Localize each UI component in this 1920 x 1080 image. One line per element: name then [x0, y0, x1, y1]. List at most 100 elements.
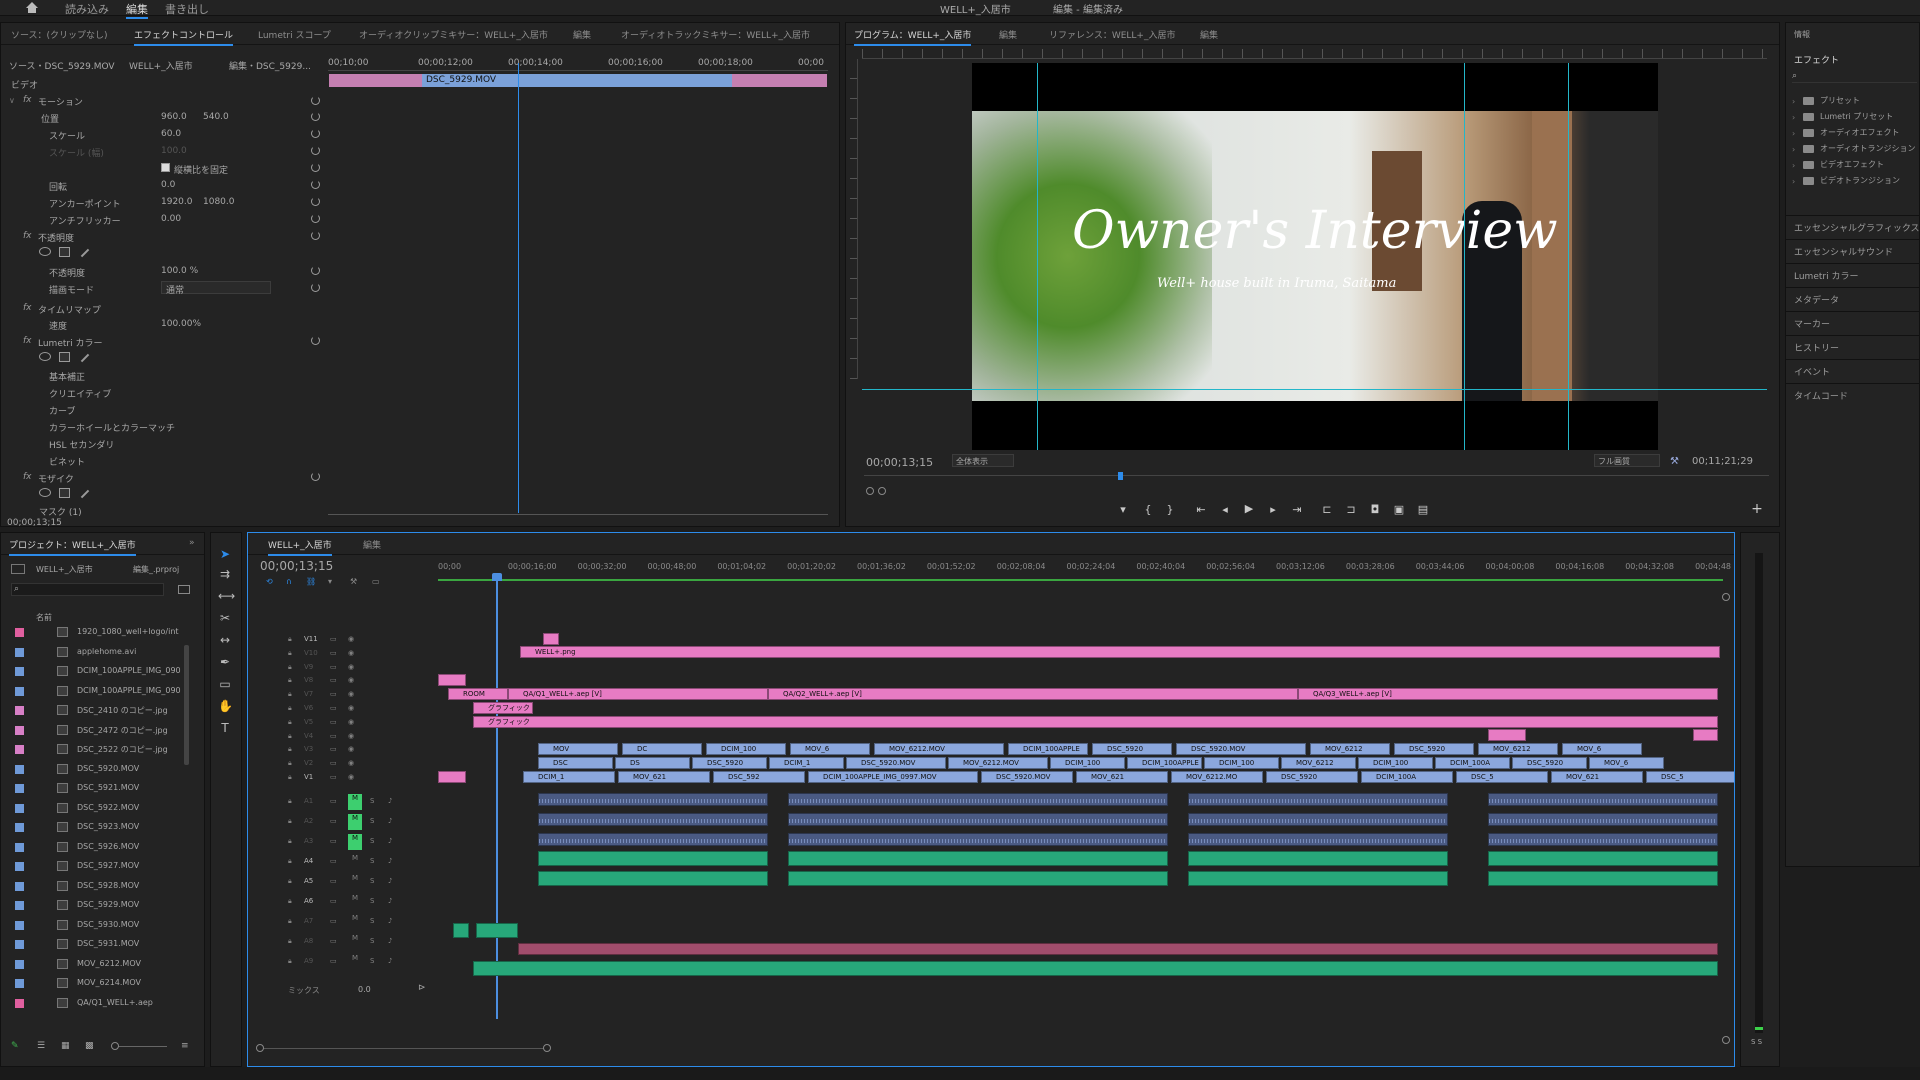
fit-select[interactable]: 全体表示 [952, 454, 1014, 467]
project-item[interactable]: DSC_5923.MOV [7, 820, 167, 836]
list-view-icon[interactable]: ☰ [37, 1041, 45, 1051]
timeline-ruler[interactable]: 00;00 00;00;16;00 00;00;32;00 00;00;48;00 00… [438, 561, 1731, 581]
sync-lock-icon[interactable]: ▭ [330, 732, 337, 740]
lock-icon[interactable]: 🔒︎ [288, 745, 292, 754]
ec-source-label[interactable]: ソース・DSC_5929.MOV [9, 59, 115, 72]
project-item[interactable]: 1920_1080_well+logo/int [7, 625, 179, 641]
ec-clip-label[interactable]: 編集・DSC_5929... [229, 59, 311, 72]
timeline-clip[interactable]: DCIM_100APPLE [1008, 743, 1088, 755]
project-item[interactable]: MOV_6212.MOV [7, 957, 167, 973]
video-frame[interactable]: Owner's Interview Well+ house built in I… [972, 63, 1658, 450]
timeline-clip[interactable]: MOV_6212.MO [1171, 771, 1263, 783]
track-name[interactable]: V2 [304, 759, 313, 767]
guide-line[interactable] [1464, 63, 1465, 450]
sync-lock-icon[interactable]: ▭ [330, 704, 337, 712]
sync-lock-icon[interactable]: ▭ [330, 957, 337, 965]
timeline-clip[interactable]: DCIM_100 [1204, 757, 1279, 769]
panel-markers[interactable]: マーカー [1794, 317, 1830, 330]
lock-icon[interactable]: 🔒︎ [288, 718, 292, 727]
panel-metadata[interactable]: メタデータ [1794, 293, 1839, 306]
timeline-clip[interactable]: QA/Q1_WELL+.aep [V] [508, 688, 768, 700]
column-name[interactable]: 名前 [36, 612, 52, 623]
timeline-clip[interactable] [788, 793, 1168, 806]
vignette-label[interactable]: ビネット [49, 455, 85, 468]
label-color-swatch[interactable] [15, 628, 24, 637]
track-name[interactable]: A3 [304, 837, 313, 845]
timeline-zoom-bar[interactable] [256, 1048, 546, 1052]
sync-lock-icon[interactable]: ▭ [330, 857, 337, 865]
tab-reference[interactable]: リファレンス：WELL+_入居市 [1049, 28, 1175, 41]
lock-icon[interactable]: 🔒︎ [288, 759, 292, 768]
fx-icon[interactable]: fx [23, 472, 32, 482]
label-color-swatch[interactable] [15, 745, 24, 754]
mic-icon[interactable]: ♪ [388, 877, 392, 885]
audio-track-header[interactable]: 🔒︎ A2 ▭ M S ♪ [248, 813, 438, 831]
reset-icon[interactable] [311, 163, 320, 172]
effects-item-audio-transitions[interactable]: オーディオトランジション [1820, 143, 1915, 154]
sync-lock-icon[interactable]: ▭ [330, 837, 337, 845]
sync-lock-icon[interactable]: ▭ [330, 877, 337, 885]
speed-value[interactable]: 100.00% [161, 319, 201, 329]
video-track-header[interactable]: 🔒︎ V10 ▭ ◉ [248, 647, 438, 660]
track-select-tool-icon[interactable]: ⇉ [218, 567, 232, 581]
project-item[interactable]: DSC_5920.MOV [7, 762, 167, 778]
ellipse-mask-icon[interactable] [39, 247, 51, 256]
timeline-clip[interactable]: DCIM_100A [1435, 757, 1510, 769]
reset-icon[interactable] [311, 336, 320, 345]
panel-essential-sound[interactable]: エッセンシャルサウンド [1794, 245, 1893, 258]
timeline-clip[interactable]: DSC [538, 757, 613, 769]
timeline-clip[interactable] [538, 851, 768, 866]
track-name[interactable]: V7 [304, 690, 313, 698]
timeline-clip[interactable]: MOV_6212.MOV [874, 743, 1004, 755]
creative-label[interactable]: クリエイティブ [49, 387, 111, 400]
tab-sequence-edit[interactable]: 編集 [363, 538, 381, 551]
add-marker-icon[interactable]: ▾ [328, 577, 332, 586]
video-track-header[interactable]: 🔒︎ V5 ▭ ◉ [248, 716, 438, 729]
timeline-clip[interactable] [1488, 729, 1526, 741]
solo-icon[interactable]: S [370, 797, 374, 805]
track-name[interactable]: V6 [304, 704, 313, 712]
ellipse-mask-icon[interactable] [39, 488, 51, 497]
effects-item-video-transitions[interactable]: ビデオトランジション [1820, 175, 1900, 186]
label-color-swatch[interactable] [15, 920, 24, 930]
track-name[interactable]: V3 [304, 745, 313, 753]
timeline-clip[interactable]: MOV_6212 [1281, 757, 1356, 769]
tab-edit[interactable]: 編集 [573, 28, 591, 41]
slider-handle[interactable] [111, 1042, 119, 1050]
effects-search[interactable]: ⌕ [1792, 71, 1917, 83]
guide-line[interactable] [1037, 63, 1038, 450]
lock-icon[interactable]: 🔒︎ [288, 817, 292, 826]
timeline-clip[interactable]: MOV_6 [1562, 743, 1642, 755]
rectangle-tool-icon[interactable]: ▭ [218, 677, 232, 691]
pen-mask-icon[interactable] [80, 353, 90, 363]
audio-track-header[interactable]: 🔒︎ A4 ▭ M S ♪ [248, 853, 438, 871]
ec-clip-bar[interactable]: DSC_5929.MOV [329, 74, 827, 87]
sync-lock-icon[interactable]: ▭ [330, 937, 337, 945]
track-name[interactable]: A7 [304, 917, 313, 925]
project-item[interactable]: MOV_6214.MOV [7, 976, 167, 992]
reset-icon[interactable] [311, 96, 320, 105]
label-color-swatch[interactable] [15, 901, 24, 910]
timeline-clip[interactable]: DSC_5 [1456, 771, 1548, 783]
position-x[interactable]: 960.0 [161, 112, 187, 122]
mic-icon[interactable]: ♪ [388, 857, 392, 865]
project-scrollbar[interactable] [184, 645, 189, 765]
lock-icon[interactable]: 🔒︎ [288, 797, 292, 806]
label-color-swatch[interactable] [15, 940, 24, 949]
reset-icon[interactable] [311, 214, 320, 223]
sync-lock-icon[interactable]: ▭ [330, 663, 337, 671]
project-item[interactable]: DSC_5928.MOV [7, 879, 167, 895]
timeline-clip[interactable] [1693, 729, 1718, 741]
timeline-clip[interactable]: DSC_5920 [1092, 743, 1172, 755]
new-bin-icon[interactable] [178, 585, 190, 594]
timeline-clip[interactable]: ROOM [448, 688, 508, 700]
icon-view-icon[interactable]: ▦ [61, 1041, 70, 1051]
reset-icon[interactable] [311, 472, 320, 481]
vr-icon[interactable]: ▤ [1416, 503, 1430, 516]
lock-icon[interactable]: 🔒︎ [288, 704, 292, 713]
timeline-clip[interactable]: MOV_621 [618, 771, 710, 783]
timeline-clip[interactable] [1188, 851, 1448, 866]
project-item[interactable]: DSC_5929.MOV [7, 898, 167, 914]
timeline-clip[interactable] [538, 833, 768, 846]
hand-tool-icon[interactable]: ✋ [218, 699, 233, 713]
